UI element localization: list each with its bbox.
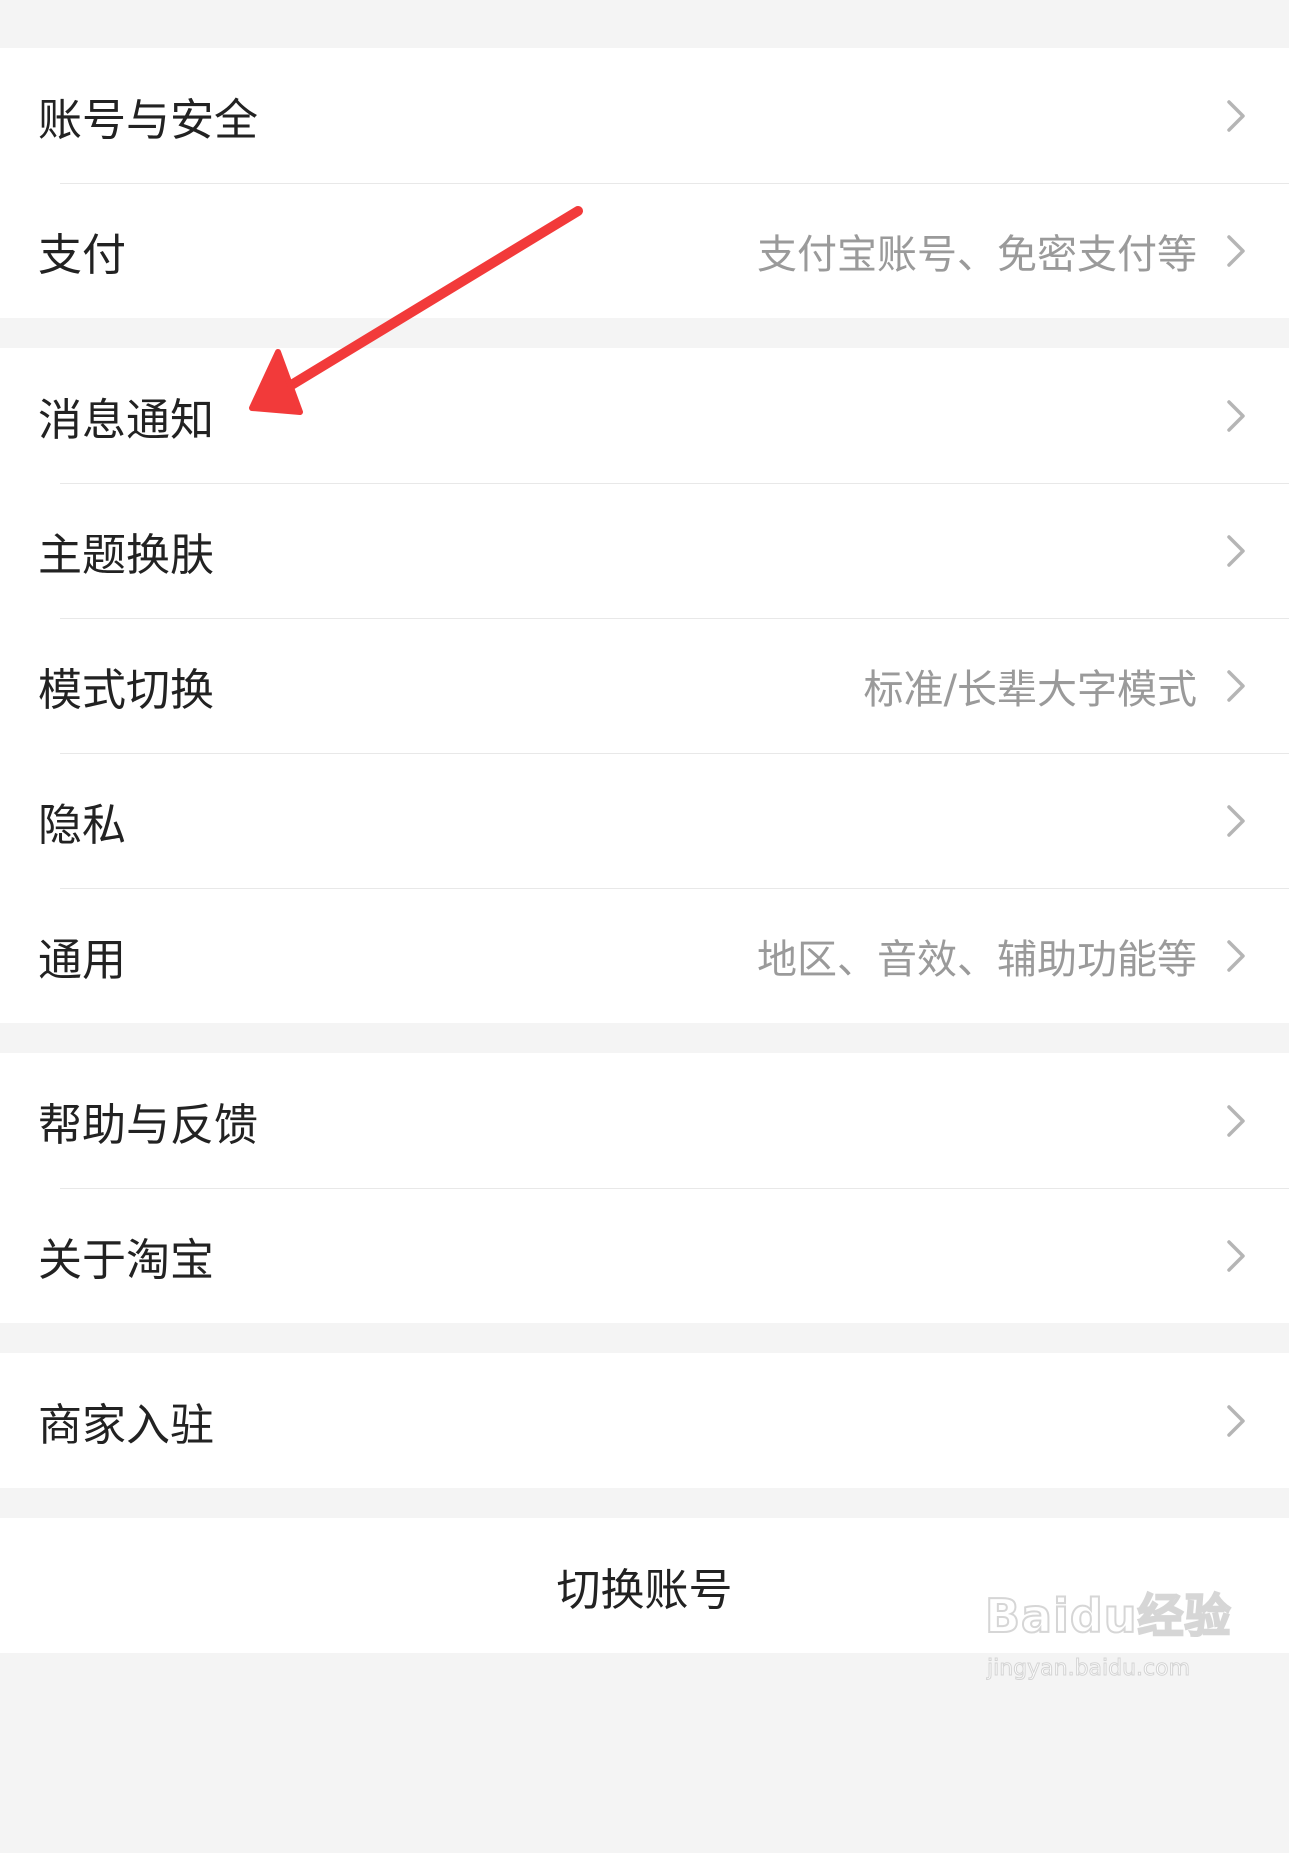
item-label: 隐私 xyxy=(38,799,126,851)
settings-group-help: 帮助与反馈 关于淘宝 xyxy=(0,1053,1289,1323)
watermark-url: jingyan.baidu.com xyxy=(986,1656,1191,1682)
settings-item-payment[interactable]: 支付 支付宝账号、免密支付等 xyxy=(0,183,1289,318)
item-label: 支付 xyxy=(38,229,126,281)
settings-group-account: 账号与安全 支付 支付宝账号、免密支付等 xyxy=(0,48,1289,318)
settings-item-mode-switch[interactable]: 模式切换 标准/长辈大字模式 xyxy=(0,618,1289,753)
chevron-right-icon xyxy=(1227,99,1245,132)
item-hint: 标准/长辈大字模式 xyxy=(863,666,1197,713)
chevron-right-icon xyxy=(1227,534,1245,567)
settings-item-notifications[interactable]: 消息通知 xyxy=(0,348,1289,483)
chevron-right-icon xyxy=(1227,1104,1245,1137)
baidu-jingyan-watermark: Baidu经验 jingyan.baidu.com xyxy=(984,1580,1232,1700)
chevron-right-icon xyxy=(1227,939,1245,972)
settings-group-preferences: 消息通知 主题换肤 模式切换 标准/长辈大字模式 隐私 通用 地区、音效、辅助功… xyxy=(0,348,1289,1023)
item-label: 通用 xyxy=(38,934,126,986)
item-label: 帮助与反馈 xyxy=(38,1099,258,1151)
settings-item-theme[interactable]: 主题换肤 xyxy=(0,483,1289,618)
top-spacer xyxy=(0,0,1289,48)
watermark-brand: Baidu经验 xyxy=(984,1588,1232,1644)
item-hint: 支付宝账号、免密支付等 xyxy=(757,231,1197,278)
item-hint: 地区、音效、辅助功能等 xyxy=(757,936,1197,983)
settings-group-merchant: 商家入驻 xyxy=(0,1353,1289,1488)
item-label: 商家入驻 xyxy=(38,1399,214,1451)
settings-item-account-security[interactable]: 账号与安全 xyxy=(0,48,1289,183)
item-label: 消息通知 xyxy=(38,394,214,446)
settings-item-merchant-join[interactable]: 商家入驻 xyxy=(0,1353,1289,1488)
item-label: 账号与安全 xyxy=(38,94,258,146)
chevron-right-icon xyxy=(1227,1404,1245,1437)
settings-item-general[interactable]: 通用 地区、音效、辅助功能等 xyxy=(0,888,1289,1023)
settings-item-help-feedback[interactable]: 帮助与反馈 xyxy=(0,1053,1289,1188)
chevron-right-icon xyxy=(1227,399,1245,432)
item-label: 关于淘宝 xyxy=(38,1234,214,1286)
settings-item-about[interactable]: 关于淘宝 xyxy=(0,1188,1289,1323)
item-label: 主题换肤 xyxy=(38,529,214,581)
chevron-right-icon xyxy=(1227,804,1245,837)
chevron-right-icon xyxy=(1227,669,1245,702)
switch-account-label: 切换账号 xyxy=(556,1564,733,1616)
item-label: 模式切换 xyxy=(38,664,214,716)
settings-item-privacy[interactable]: 隐私 xyxy=(0,753,1289,888)
chevron-right-icon xyxy=(1227,1239,1245,1272)
chevron-right-icon xyxy=(1227,234,1245,267)
